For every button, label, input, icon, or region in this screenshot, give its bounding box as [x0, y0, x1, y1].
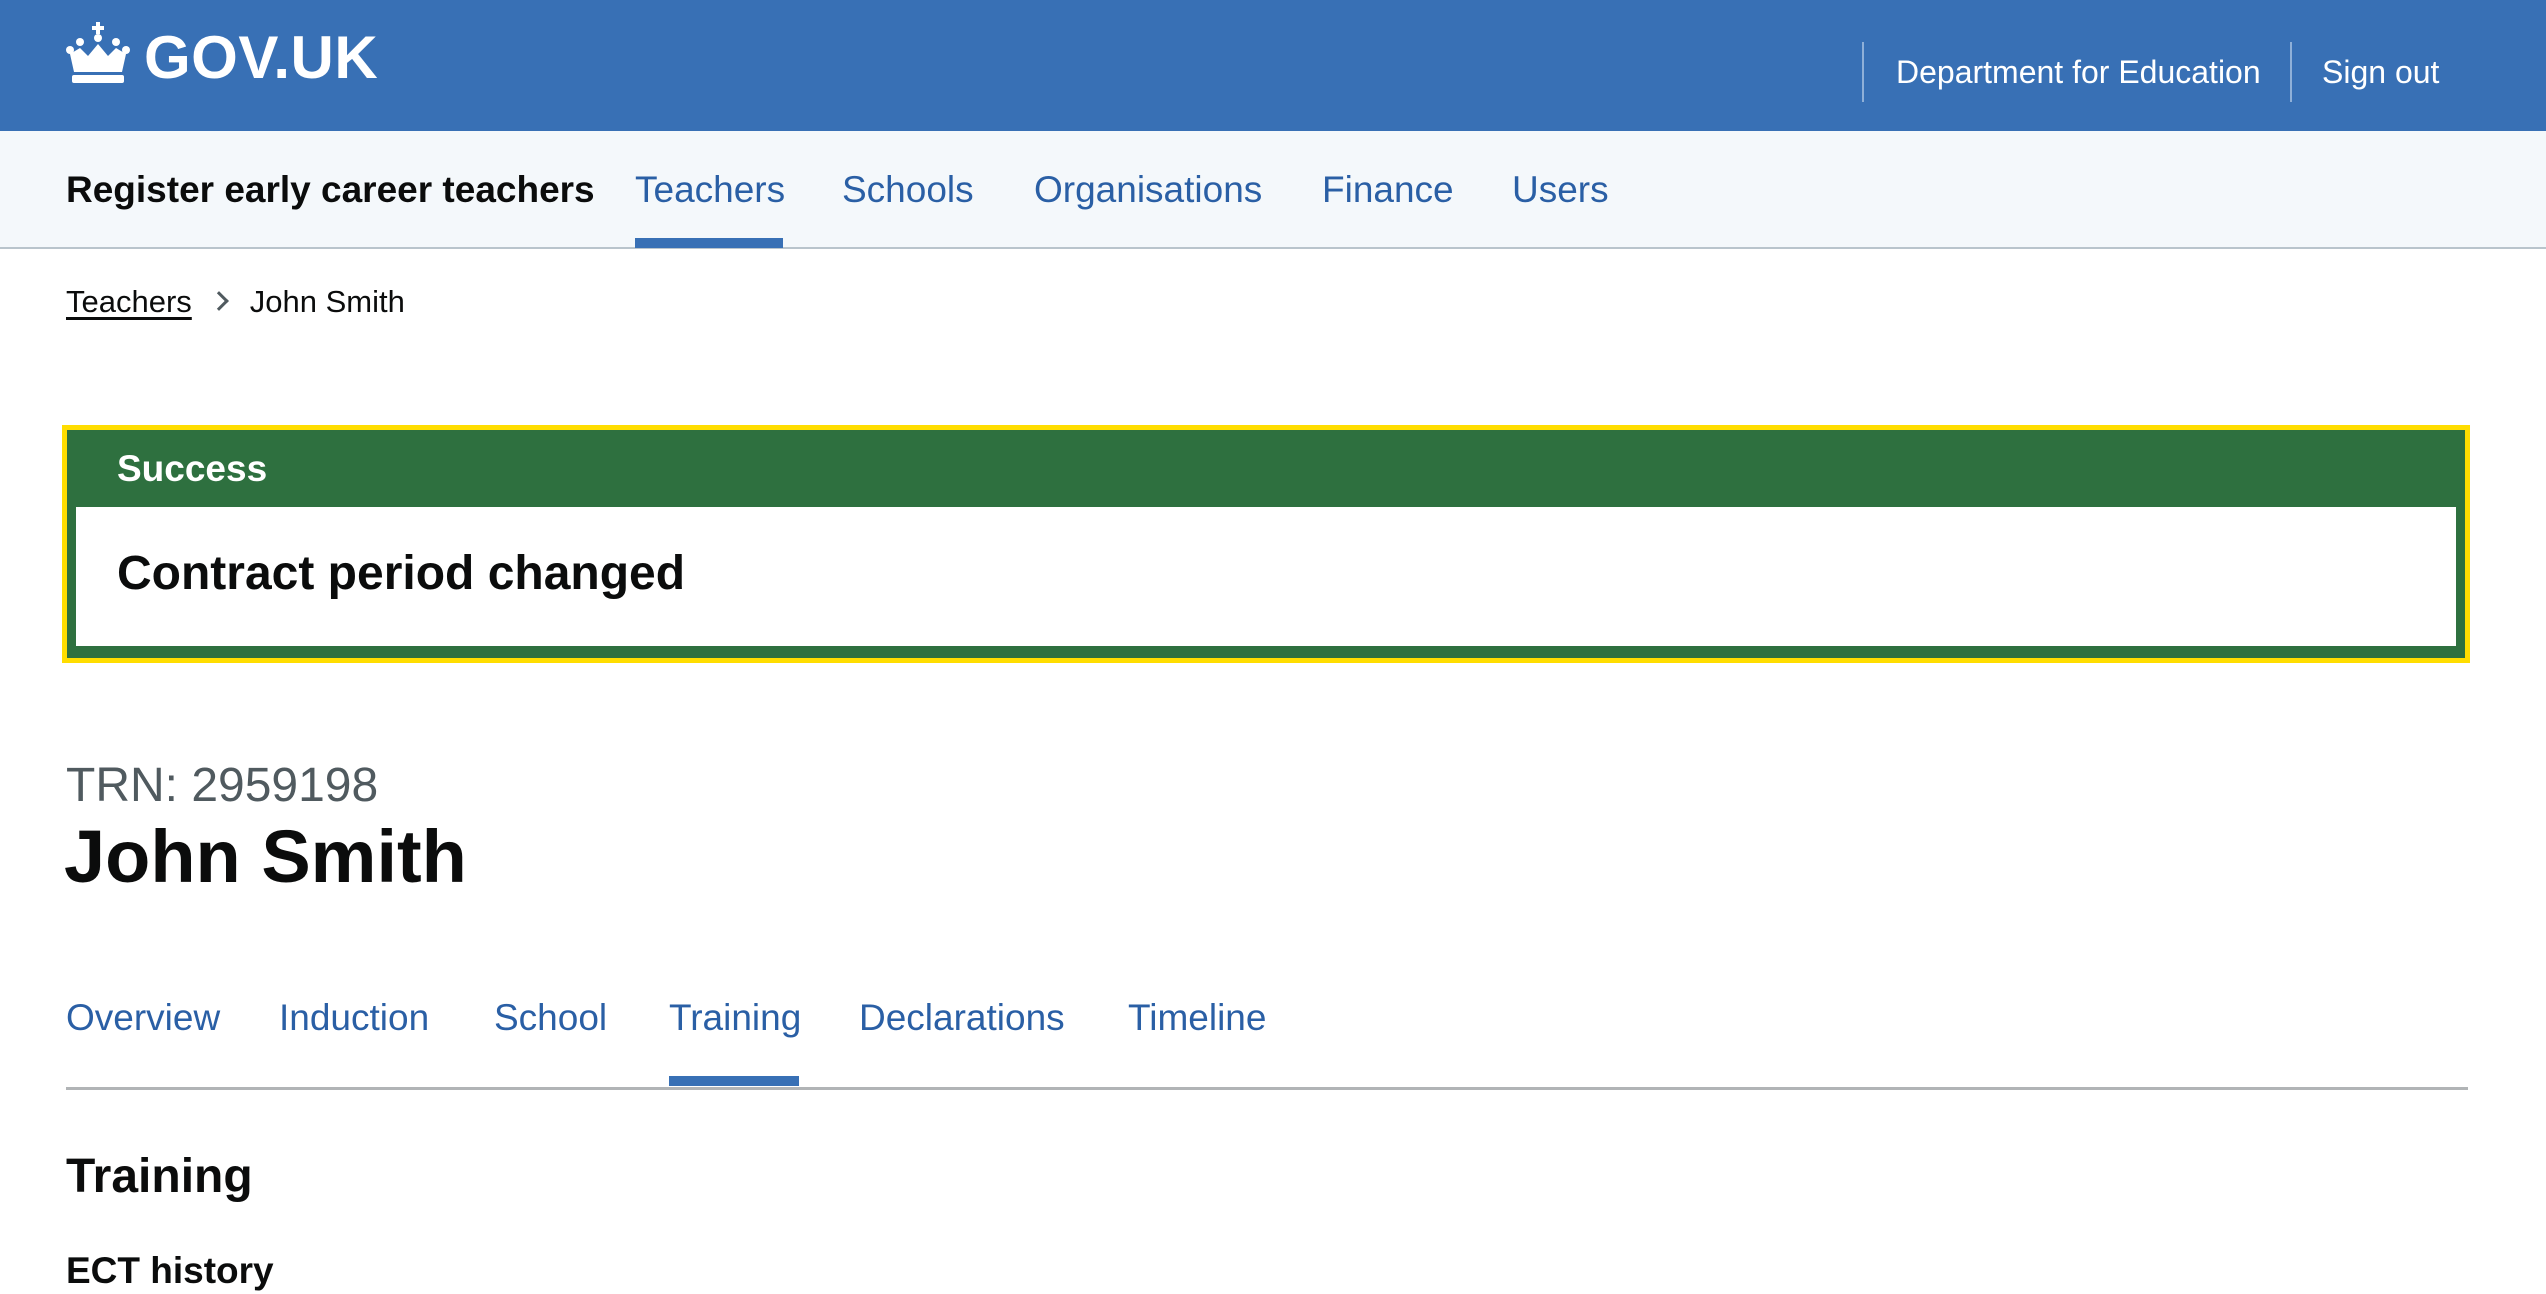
- govuk-header: GOV.UK Department for Education Sign out: [0, 0, 2546, 131]
- service-name[interactable]: Register early career teachers: [66, 167, 595, 213]
- service-nav-item-organisations[interactable]: Organisations: [1034, 167, 1262, 213]
- breadcrumb-link-teachers[interactable]: Teachers: [66, 284, 192, 319]
- tab-overview[interactable]: Overview: [66, 995, 220, 1041]
- service-nav-item-users[interactable]: Users: [1512, 167, 1609, 213]
- header-divider: [1862, 42, 1864, 102]
- teacher-sub-navigation: Overview Induction School Training Decla…: [66, 990, 2468, 1090]
- govuk-logo-text[interactable]: GOV.UK: [144, 22, 378, 94]
- service-nav-item-schools[interactable]: Schools: [842, 167, 974, 213]
- training-heading: Training: [66, 1150, 253, 1203]
- trn-caption: TRN: 2959198: [66, 759, 379, 812]
- chevron-right-icon: [208, 291, 229, 311]
- tab-declarations[interactable]: Declarations: [859, 995, 1065, 1041]
- tab-timeline[interactable]: Timeline: [1128, 995, 1266, 1041]
- banner-content: Contract period changed: [76, 507, 2456, 646]
- header-divider: [2290, 42, 2292, 102]
- success-notification-banner: Success Contract period changed: [67, 430, 2465, 658]
- tab-school[interactable]: School: [494, 995, 607, 1041]
- banner-heading: Contract period changed: [117, 547, 686, 600]
- ect-history-heading: ECT history: [66, 1250, 274, 1291]
- service-navigation: Register early career teachers Teachers …: [0, 131, 2546, 249]
- banner-title: Success: [117, 448, 268, 489]
- crown-icon[interactable]: [66, 22, 130, 84]
- sign-out-link[interactable]: Sign out: [2322, 52, 2439, 92]
- tab-training[interactable]: Training: [669, 995, 801, 1041]
- service-nav-active-indicator: [635, 238, 783, 248]
- breadcrumb: Teachers John Smith: [66, 282, 405, 322]
- tab-induction[interactable]: Induction: [279, 995, 429, 1041]
- department-link[interactable]: Department for Education: [1896, 52, 2261, 92]
- tab-active-indicator: [669, 1076, 799, 1086]
- breadcrumb-current: John Smith: [249, 284, 405, 319]
- service-nav-item-finance[interactable]: Finance: [1322, 167, 1454, 213]
- page-title: John Smith: [64, 815, 467, 898]
- service-nav-item-teachers[interactable]: Teachers: [635, 167, 785, 213]
